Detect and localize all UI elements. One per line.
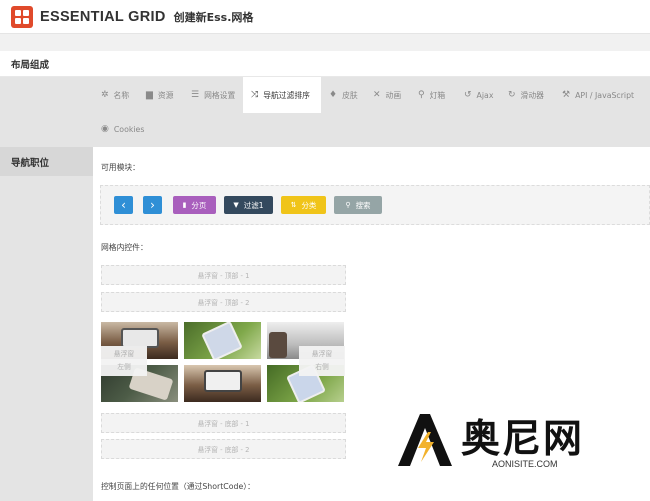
tab-name[interactable]: ✲ 名称 — [101, 77, 129, 113]
eye-icon: ◉ — [101, 124, 109, 134]
search-module[interactable]: ⚲ 搜索 — [334, 196, 382, 214]
widget-top-2[interactable]: 悬浮窗 - 顶部 - 2 — [101, 292, 346, 312]
sort-module[interactable]: ⇅ 分类 — [281, 196, 326, 214]
grid-thumb — [184, 322, 261, 359]
tab-skins[interactable]: ♦ 皮肤 — [329, 77, 358, 113]
shuffle-icon: ⤨ — [251, 90, 259, 100]
tab-nav-filter-sort[interactable]: ⤨ 导航过滤排序 — [243, 77, 321, 113]
tab-api-javascript[interactable]: ⚒ API / JavaScript — [562, 77, 634, 113]
prev-button[interactable]: ‹ — [114, 196, 133, 214]
tab-cookies[interactable]: ◉ Cookies — [101, 111, 144, 147]
available-modules-label: 可用模块： — [101, 163, 140, 172]
filter-icon: ▼ — [233, 201, 239, 209]
widget-right[interactable]: 悬浮窗 右侧 — [299, 346, 345, 376]
sort-icon: ⇅ — [290, 201, 297, 209]
tab-grid-settings[interactable]: ☰ 网格设置 — [191, 77, 235, 113]
file-icon: ▮ — [182, 201, 187, 209]
watermark-text: 奥尼网 — [461, 417, 585, 462]
section-title: 布局组成 — [0, 51, 650, 77]
shortcode-label: 控制页面上的任何位置（通过ShortCode）： — [101, 482, 255, 491]
app-header: ESSENTIAL GRID 创建新Ess.网格 — [0, 0, 650, 34]
grid-thumb — [184, 365, 261, 402]
widget-bottom-1[interactable]: 悬浮窗 - 底部 - 1 — [101, 413, 346, 433]
watermark-logo-icon — [398, 414, 452, 466]
grid-controls-label: 网格内控件： — [101, 243, 148, 252]
widget-top-1[interactable]: 悬浮窗 - 顶部 - 1 — [101, 265, 346, 285]
tab-ajax[interactable]: ↺ Ajax — [464, 77, 493, 113]
chevron-right-icon: › — [150, 198, 155, 212]
drop-icon: ♦ — [329, 90, 338, 100]
tab-slider[interactable]: ↻ 滑动器 — [508, 77, 544, 113]
history-icon: ↻ — [508, 90, 516, 100]
page-title: 创建新Ess.网格 — [173, 10, 254, 24]
next-button[interactable]: › — [143, 196, 162, 214]
filter-module[interactable]: ▼ 过滤1 — [224, 196, 273, 214]
tab-source[interactable]: ▆ 资源 — [146, 77, 174, 113]
watermark-url: AONISITE.COM — [492, 459, 558, 469]
grid-logo-icon — [11, 5, 33, 28]
tab-lightbox[interactable]: ⚲ 灯箱 — [418, 77, 445, 113]
magic-icon: ⚒ — [562, 90, 571, 100]
left-sidebar — [0, 77, 93, 501]
search-icon: ⚲ — [345, 201, 351, 209]
widget-bottom-2[interactable]: 悬浮窗 - 底部 - 2 — [101, 439, 346, 459]
watermark: 奥尼网 AONISITE.COM — [396, 408, 650, 472]
list-icon: ☰ — [191, 90, 200, 100]
pagination-module[interactable]: ▮ 分页 — [173, 196, 216, 214]
sidebar-item-nav-position[interactable]: 导航职位 — [0, 147, 93, 176]
tab-animation[interactable]: ✕ 动画 — [373, 77, 401, 113]
chevron-left-icon: ‹ — [121, 198, 126, 212]
undo-icon: ↺ — [464, 90, 472, 100]
brand-name: ESSENTIAL GRID — [40, 8, 166, 25]
gear-icon: ✲ — [101, 90, 109, 100]
tab-bar: ✲ 名称 ▆ 资源 ☰ 网格设置 ⤨ 导航过滤排序 ♦ 皮肤 ✕ 动画 ⚲ 灯箱 ↺ Ajax … — [93, 77, 650, 147]
module-bar: ‹ › ▮ 分页 ▼ 过滤1 ⇅ 分类 ⚲ 搜索 — [100, 185, 650, 225]
widget-left[interactable]: 悬浮窗 左侧 — [101, 346, 147, 376]
search-icon: ⚲ — [418, 90, 425, 100]
folder-icon: ▆ — [146, 90, 153, 100]
tools-icon: ✕ — [373, 90, 381, 100]
